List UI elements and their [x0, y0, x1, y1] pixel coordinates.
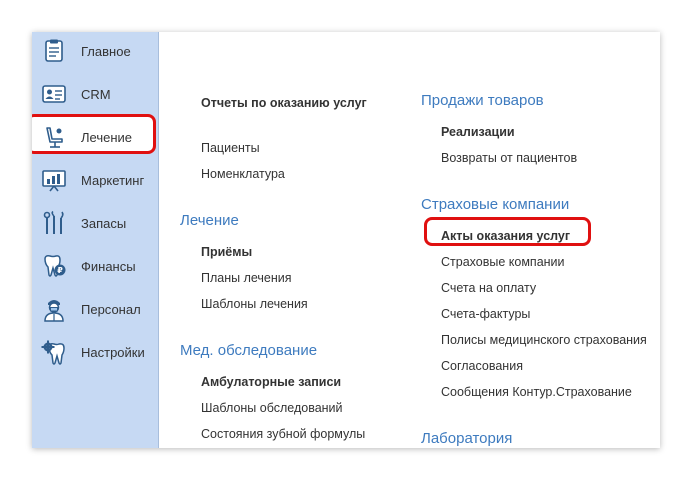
link-kontur-messages[interactable]: Сообщения Контур.Страхование [441, 385, 632, 399]
link-exam-templates[interactable]: Шаблоны обследований [201, 401, 343, 415]
link-service-acts[interactable]: Акты оказания услуг [441, 229, 570, 243]
link-service-reports[interactable]: Отчеты по оказанию услуг [201, 96, 367, 110]
sidebar-item-label: Лечение [81, 130, 133, 145]
app-window: Главное CRM Лечение Маркетинг Запасы ₽ Ф… [32, 32, 660, 448]
sidebar-item-label: Настройки [81, 345, 145, 360]
link-sales[interactable]: Реализации [441, 125, 515, 139]
section-heading-goods-sales: Продажи товаров [421, 92, 544, 109]
sidebar-item-stock[interactable]: Запасы [32, 204, 158, 244]
dental-chair-icon [41, 124, 67, 150]
doctor-icon [41, 296, 67, 322]
link-patient-returns[interactable]: Возвраты от пациентов [441, 151, 577, 165]
link-treatment-plans[interactable]: Планы лечения [201, 271, 292, 285]
link-treatment-templates[interactable]: Шаблоны лечения [201, 297, 308, 311]
svg-text:₽: ₽ [57, 266, 63, 275]
sidebar-item-main[interactable]: Главное [32, 32, 158, 72]
sidebar-item-crm[interactable]: CRM [32, 75, 158, 115]
tooth-gear-icon [41, 339, 67, 365]
link-approvals[interactable]: Согласования [441, 359, 523, 373]
sidebar-item-settings[interactable]: Настройки [32, 333, 158, 373]
main-content: Отчеты по оказанию услуг Пациенты Номенк… [159, 32, 660, 448]
clipboard-icon [41, 38, 67, 64]
link-tooth-formula-states[interactable]: Состояния зубной формулы [201, 427, 365, 441]
link-invoices-payment[interactable]: Счета на оплату [441, 281, 536, 295]
sidebar-item-label: Персонал [81, 302, 141, 317]
link-insurance-companies[interactable]: Страховые компании [441, 255, 565, 269]
section-heading-insurance: Страховые компании [421, 196, 570, 213]
sidebar-item-finance[interactable]: ₽ Финансы [32, 247, 158, 287]
sidebar-item-staff[interactable]: Персонал [32, 290, 158, 330]
sidebar-item-marketing[interactable]: Маркетинг [32, 161, 158, 201]
link-nomenclature[interactable]: Номенклатура [201, 167, 285, 181]
sidebar-item-label: Запасы [81, 216, 127, 231]
sidebar-item-label: CRM [81, 87, 111, 102]
section-heading-laboratory: Лаборатория [421, 430, 513, 447]
sidebar-item-treatment[interactable]: Лечение [32, 118, 158, 158]
sidebar-item-label: Главное [81, 44, 131, 59]
link-tax-invoices[interactable]: Счета-фактуры [441, 307, 530, 321]
section-heading-treatment: Лечение [180, 212, 239, 229]
link-appointments[interactable]: Приёмы [201, 245, 252, 259]
dental-tools-icon [41, 210, 67, 236]
tooth-coin-icon: ₽ [41, 253, 67, 279]
section-heading-medical-exam: Мед. обследование [180, 342, 318, 359]
link-patients[interactable]: Пациенты [201, 141, 260, 155]
contact-card-icon [41, 81, 67, 107]
link-outpatient-records[interactable]: Амбулаторные записи [201, 375, 341, 389]
presentation-chart-icon [41, 167, 67, 193]
sidebar-item-label: Маркетинг [81, 173, 145, 188]
link-insurance-policies[interactable]: Полисы медицинского страхования [441, 333, 647, 347]
sidebar-item-label: Финансы [81, 259, 136, 274]
sidebar: Главное CRM Лечение Маркетинг Запасы ₽ Ф… [32, 32, 159, 448]
